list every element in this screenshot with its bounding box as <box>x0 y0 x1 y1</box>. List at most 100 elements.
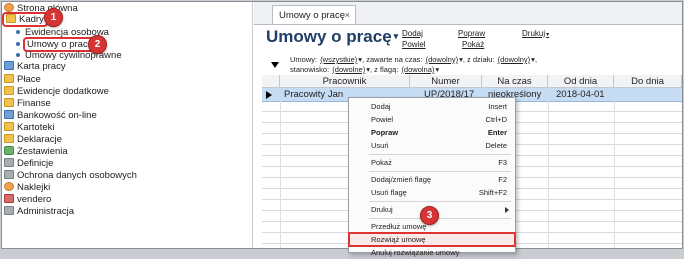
menu-item-usun[interactable]: Usuń Delete <box>349 139 515 152</box>
sidebar-item-label: vendero <box>17 194 52 205</box>
sidebar-item-deklaracje[interactable]: Deklaracje <box>4 134 62 146</box>
menu-item-usun-flage[interactable]: Usuń flagę Shift+F2 <box>349 186 515 199</box>
umowy-filter[interactable]: (wszystkie) <box>320 55 357 64</box>
menu-item-label: Anuluj rozwiązanie umowy <box>371 248 460 257</box>
folder-icon <box>4 86 14 95</box>
grid-corner <box>262 75 280 88</box>
menu-item-pokaz[interactable]: Pokaż F3 <box>349 156 515 169</box>
column-header-od-dnia[interactable]: Od dnia <box>548 75 614 88</box>
sidebar-item-ochrona-danych[interactable]: Ochrona danych osobowych <box>4 170 137 182</box>
chevron-down-icon: ▾ <box>546 32 550 38</box>
menu-item-rozwiaz-umowe[interactable]: Rozwiąż umowę <box>348 232 516 247</box>
menu-separator <box>369 201 511 202</box>
dodaj-link[interactable]: Dodaj <box>402 29 423 38</box>
menu-item-shortcut: Shift+F2 <box>478 188 507 197</box>
gear-icon <box>4 158 14 167</box>
close-icon[interactable]: × <box>345 6 350 25</box>
context-menu: Dodaj Insert Powiel Ctrl+D Popraw Enter Usu… <box>348 97 516 257</box>
column-header-pracownik[interactable]: Pracownik <box>280 75 410 88</box>
menu-item-dodaj-zmien-flage[interactable]: Dodaj/zmień flagę F2 <box>349 173 515 186</box>
menu-item-shortcut: Delete <box>485 141 507 150</box>
sidebar-item-label: Naklejki <box>17 182 51 193</box>
sidebar-item-place[interactable]: Płace <box>4 74 41 86</box>
sidebar-item-vendero[interactable]: vendero <box>4 194 51 206</box>
tab-bar: Umowy o pracę × <box>254 2 682 25</box>
sidebar-item-label: Bankowość on-line <box>17 110 97 121</box>
sidebar-item-administracja[interactable]: Administracja <box>4 206 74 218</box>
sidebar-item-finanse[interactable]: Finanse <box>4 98 51 110</box>
flaga-filter[interactable]: (dowolna) <box>401 65 434 74</box>
popraw-link[interactable]: Popraw <box>458 29 485 38</box>
sidebar-item-label: Finanse <box>17 98 51 109</box>
stanowisko-filter[interactable]: (dowolne) <box>332 65 365 74</box>
sidebar-item-kadry[interactable]: Kadry <box>2 12 48 27</box>
menu-item-label: Dodaj/zmień flagę <box>371 175 432 184</box>
navigation-sidebar: Strona główna Kadry Ewidencja osobowa Um… <box>2 2 253 248</box>
collapse-filters-icon[interactable] <box>271 62 279 68</box>
page-title-text: Umowy o pracę <box>266 27 392 46</box>
menu-item-shortcut: Enter <box>487 128 507 137</box>
column-header-do-dnia[interactable]: Do dnia <box>614 75 682 88</box>
sidebar-item-label: Umowy cywilnoprawne <box>25 50 122 61</box>
sidebar-item-label: Ewidencje dodatkowe <box>17 86 109 97</box>
folder-icon <box>4 74 14 83</box>
bank-icon <box>4 110 14 119</box>
menu-item-anuluj-rozwiazanie[interactable]: Anuluj rozwiązanie umowy <box>349 246 515 259</box>
bullet-icon <box>16 41 20 46</box>
dzial-label: , z działu: <box>462 55 495 64</box>
cell-od-dnia: 2018-04-01 <box>556 89 605 100</box>
step-badge-2: 2 <box>88 35 107 54</box>
vendero-icon <box>4 194 14 203</box>
tab-umowy-o-prace[interactable]: Umowy o pracę × <box>272 5 356 24</box>
menu-item-powiel[interactable]: Powiel Ctrl+D <box>349 113 515 126</box>
sidebar-item-kartoteki[interactable]: Kartoteki <box>4 122 55 134</box>
menu-item-shortcut: F2 <box>498 175 507 184</box>
tab-label: Umowy o pracę <box>279 10 345 21</box>
chart-icon <box>4 146 14 155</box>
sidebar-item-label: Kartoteki <box>17 122 55 133</box>
sidebar-item-naklejki[interactable]: Naklejki <box>4 182 50 194</box>
filter-row-1: Umowy: (wszystkie)▾, zawarte na czas: (d… <box>290 55 537 64</box>
cell-do-dnia <box>618 88 682 101</box>
step-badge-3: 3 <box>420 206 439 225</box>
grid-divider <box>614 101 615 248</box>
filter-separator: , <box>534 55 538 64</box>
kadry-highlight: Kadry <box>2 12 48 27</box>
umowy-label: Umowy: <box>290 55 318 64</box>
card-icon <box>4 61 14 70</box>
menu-separator <box>369 171 511 172</box>
app-window: Strona główna Kadry Ewidencja osobowa Um… <box>1 1 683 257</box>
tag-icon <box>4 182 14 191</box>
menu-item-dodaj[interactable]: Dodaj Insert <box>349 100 515 113</box>
sidebar-item-bankowosc[interactable]: Bankowość on-line <box>4 110 97 122</box>
sidebar-item-label: Ochrona danych osobowych <box>17 170 137 181</box>
sidebar-item-definicje[interactable]: Definicje <box>4 158 53 170</box>
lock-icon <box>4 170 14 179</box>
menu-item-label: Dodaj <box>371 102 391 111</box>
menu-separator <box>369 218 511 219</box>
menu-item-label: Przedłuż umowę <box>371 222 427 231</box>
chevron-down-icon: ▾ <box>435 65 440 74</box>
dzial-filter[interactable]: (dowolny) <box>498 55 531 64</box>
sidebar-item-label: Administracja <box>17 206 75 217</box>
column-header-numer[interactable]: Numer <box>410 75 482 88</box>
folder-icon <box>4 98 14 107</box>
sidebar-item-zestawienia[interactable]: Zestawienia <box>4 146 68 158</box>
powiel-link[interactable]: Powiel <box>402 40 426 49</box>
sidebar-item-ewidencje-dodatkowe[interactable]: Ewidencje dodatkowe <box>4 86 109 98</box>
bullet-icon <box>16 52 20 57</box>
page-title[interactable]: Umowy o pracę ▾ <box>266 27 398 47</box>
column-header-na-czas[interactable]: Na czas <box>482 75 548 88</box>
zawarte-filter[interactable]: (dowolny) <box>426 55 459 64</box>
menu-item-popraw[interactable]: Popraw Enter <box>349 126 515 139</box>
sidebar-item-label: Definicje <box>17 158 54 169</box>
drukuj-menu[interactable]: Drukuj▾ <box>522 29 549 38</box>
menu-item-shortcut: F3 <box>498 158 507 167</box>
folder-icon <box>6 14 16 23</box>
step-badge-1: 1 <box>44 8 63 27</box>
sidebar-item-karta-pracy[interactable]: Karta pracy <box>4 61 66 73</box>
menu-item-shortcut: Insert <box>488 102 507 111</box>
stanowisko-label: stanowisko: <box>290 65 330 74</box>
sidebar-item-label: Umowy o pracę <box>23 37 97 52</box>
pokaz-link[interactable]: Pokaż <box>462 40 484 49</box>
